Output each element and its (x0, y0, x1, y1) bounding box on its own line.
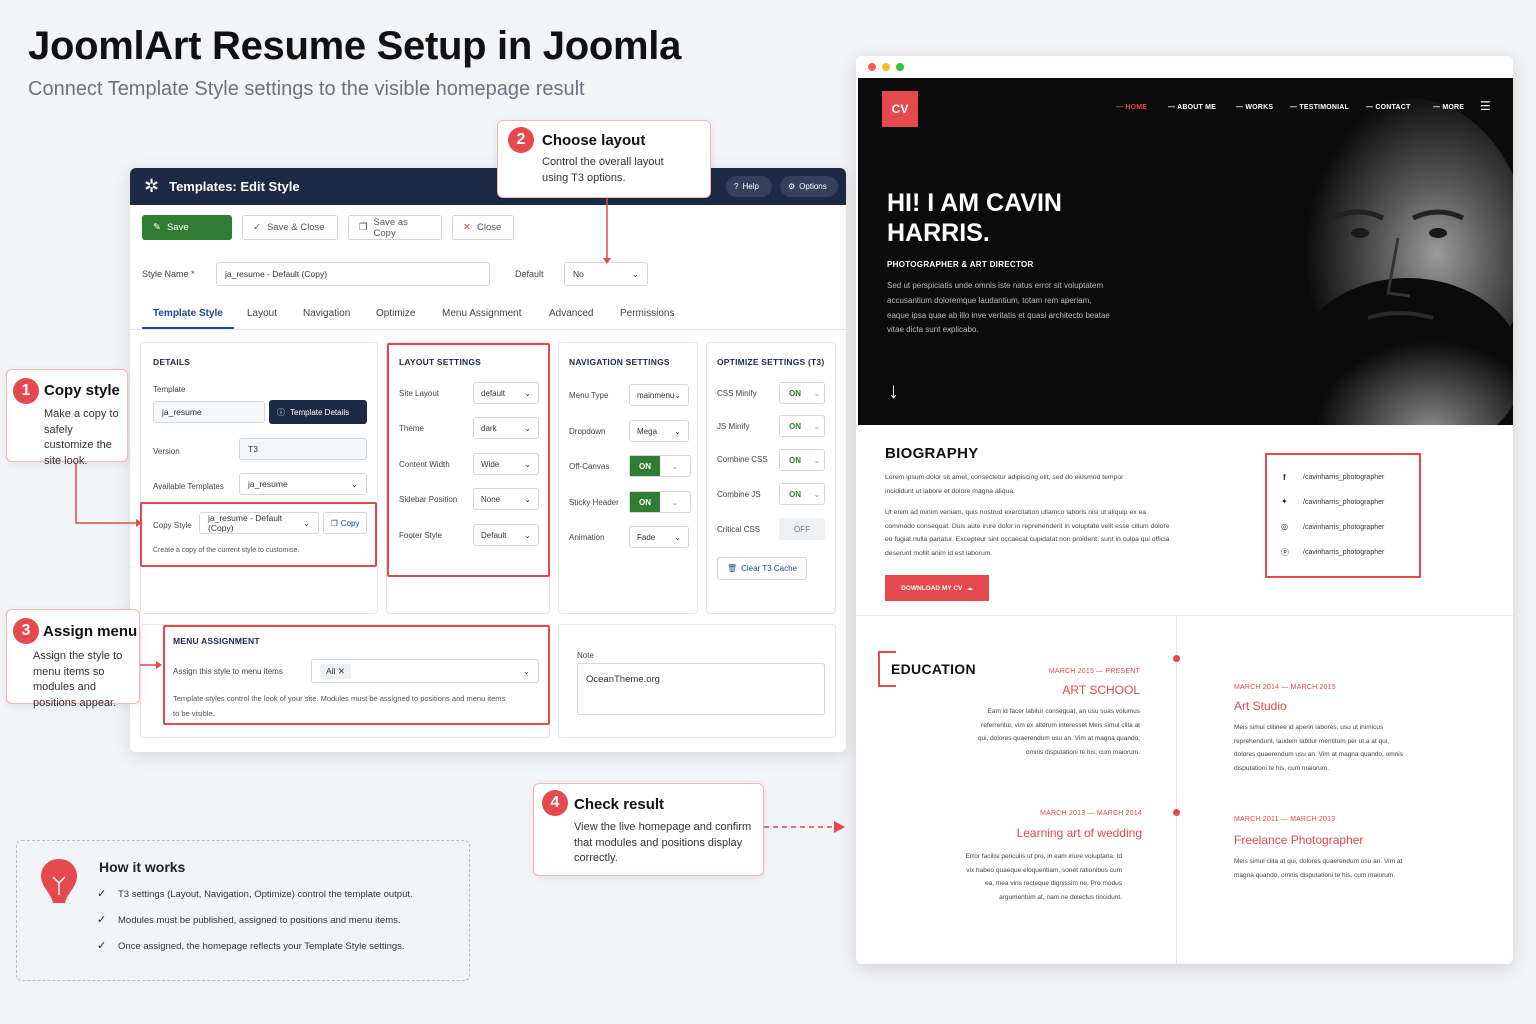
edu-date: MARCH 2011 — MARCH 2013 (1234, 816, 1336, 823)
section-divider (856, 615, 1513, 616)
how-it-works-title: How it works (99, 859, 186, 875)
nav-home[interactable]: — HOME (1116, 104, 1147, 111)
arrow-2-head (603, 258, 611, 264)
biography-paragraph-1: Lorem ipsum dolor sit amet, consectetur … (885, 474, 1124, 495)
edu-title: ART SCHOOL (1062, 683, 1140, 697)
edu-text: Meis simul clita at qui, dolores quaeren… (1234, 858, 1403, 879)
how-item: Once assigned, the homepage reflects you… (118, 941, 405, 952)
timeline-dot (1173, 809, 1180, 816)
browser-chrome (856, 56, 1513, 78)
nav-works[interactable]: — WORKS (1236, 104, 1273, 111)
arrow-down-icon[interactable]: ↓ (888, 378, 899, 404)
hero-text: Sed ut perspiciatis unde omnis iste natu… (887, 281, 1110, 335)
callout-desc: View the live homepage and confirm that … (574, 821, 752, 864)
nav-works-label: WORKS (1245, 104, 1274, 111)
arrow-4-head (834, 821, 845, 833)
callout-title: Copy style (44, 382, 120, 399)
hero-title-line-1: HI! I AM CAVIN (887, 189, 1062, 217)
hero-role: PHOTOGRAPHER & ART DIRECTOR (887, 260, 1034, 269)
biography-paragraph-2: Ut enim ad minim veniam, quis nostrud ex… (885, 509, 1170, 557)
nav-home-label: HOME (1125, 104, 1148, 111)
hero-title-line-2: HARRIS. (887, 219, 990, 247)
check-icon: ✓ (97, 914, 107, 926)
edu-title: Art Studio (1234, 699, 1287, 713)
check-icon: ✓ (97, 888, 107, 900)
maximize-dot[interactable] (896, 63, 904, 71)
nav-about-label: ABOUT ME (1177, 104, 1217, 111)
callout-title: Assign menu (43, 623, 138, 640)
cloud-download-icon: ☁ (966, 585, 973, 592)
facebook-icon: f (1283, 473, 1286, 482)
callout-desc: Control the overall layout using T3 opti… (542, 156, 664, 184)
hero-title: HI! I AM CAVIN HARRIS. (887, 188, 1062, 248)
check-icon: ✓ (97, 940, 107, 952)
edu-date: MARCH 2014 — MARCH 2015 (1234, 684, 1336, 691)
callout-desc: Make a copy to safely customize the site… (44, 408, 119, 467)
social-instagram-link[interactable]: /cavinharris_photographer (1303, 524, 1384, 531)
how-item: Modules must be published, assigned to p… (118, 915, 401, 926)
callout-number: 2 (508, 127, 534, 153)
callout-choose-layout: 2 Choose layout Control the overall layo… (497, 120, 711, 198)
close-dot[interactable] (868, 63, 876, 71)
edu-title: Learning art of wedding (1016, 826, 1142, 840)
how-item: T3 settings (Layout, Navigation, Optimiz… (118, 889, 413, 900)
site-logo[interactable]: CV (882, 91, 918, 127)
callout-title: Choose layout (542, 132, 646, 149)
social-twitter-link[interactable]: /cavinharris_photographer (1303, 499, 1384, 506)
twitter-icon: ✦ (1281, 497, 1288, 506)
callout-check-result: 4 Check result View the live homepage an… (533, 783, 764, 876)
nav-testimonial[interactable]: — TESTIMONIAL (1290, 104, 1349, 111)
social-facebook-link[interactable]: /cavinharris_photographer (1303, 474, 1384, 481)
download-cv-button[interactable]: DOWNLOAD MY CV ☁ (885, 575, 989, 601)
social-links-box: f /cavinharris_photographer ✦ /cavinharr… (1265, 453, 1421, 578)
callout-number: 4 (542, 790, 568, 816)
how-it-works-box: How it works ✓ T3 settings (Layout, Navi… (16, 840, 470, 981)
callout-assign-menu: 3 Assign menu Assign the style to menu i… (6, 609, 140, 709)
nav-about[interactable]: — ABOUT ME (1168, 104, 1216, 111)
nav-more[interactable]: — MORE (1433, 104, 1464, 111)
nav-contact-label: CONTACT (1375, 104, 1411, 111)
instagram-icon: ◎ (1281, 522, 1288, 531)
arrow-3-head (156, 661, 162, 669)
edu-date: MARCH 2015 — PRESENT (1048, 668, 1140, 675)
nav-contact[interactable]: — CONTACT (1366, 104, 1410, 111)
edu-text: Meis simul clitinee id aperiri labores, … (1234, 724, 1403, 772)
callout-number: 3 (13, 618, 39, 644)
download-cv-label: DOWNLOAD MY CV (901, 584, 963, 592)
edu-text: Eam id facer labitur consequat, an usu s… (977, 708, 1140, 756)
minimize-dot[interactable] (882, 63, 890, 71)
lightbulb-icon (41, 859, 77, 903)
timeline-dot (1173, 655, 1180, 662)
edu-title: Freelance Photographer (1234, 833, 1364, 847)
education-heading: EDUCATION (891, 661, 976, 677)
social-pinterest-link[interactable]: /cavinharris_photographer (1303, 549, 1384, 556)
portrait-image (1238, 78, 1513, 425)
hamburger-icon[interactable]: ☰ (1480, 99, 1491, 113)
biography-heading: BIOGRAPHY (885, 445, 979, 462)
callout-copy-style: 1 Copy style Make a copy to safely custo… (6, 369, 128, 467)
edu-text: Error facilisi periculis ut pro, in eam … (965, 853, 1122, 901)
callout-title: Check result (574, 796, 665, 813)
arrow-1-head (136, 519, 142, 527)
callout-number: 1 (13, 378, 39, 404)
arrow-1 (75, 463, 136, 524)
website-preview: CV — HOME — ABOUT ME — WORKS — TESTIMONI… (856, 56, 1513, 964)
timeline-line (1176, 616, 1177, 964)
edu-date: MARCH 2013 — MARCH 2014 (1040, 810, 1142, 817)
pinterest-icon: ⓟ (1281, 548, 1289, 557)
nav-testimonial-label: TESTIMONIAL (1299, 104, 1350, 111)
callout-desc: Assign the style to menu items so module… (33, 650, 123, 709)
hero-section: CV — HOME — ABOUT ME — WORKS — TESTIMONI… (858, 78, 1513, 425)
nav-more-label: MORE (1442, 104, 1465, 111)
